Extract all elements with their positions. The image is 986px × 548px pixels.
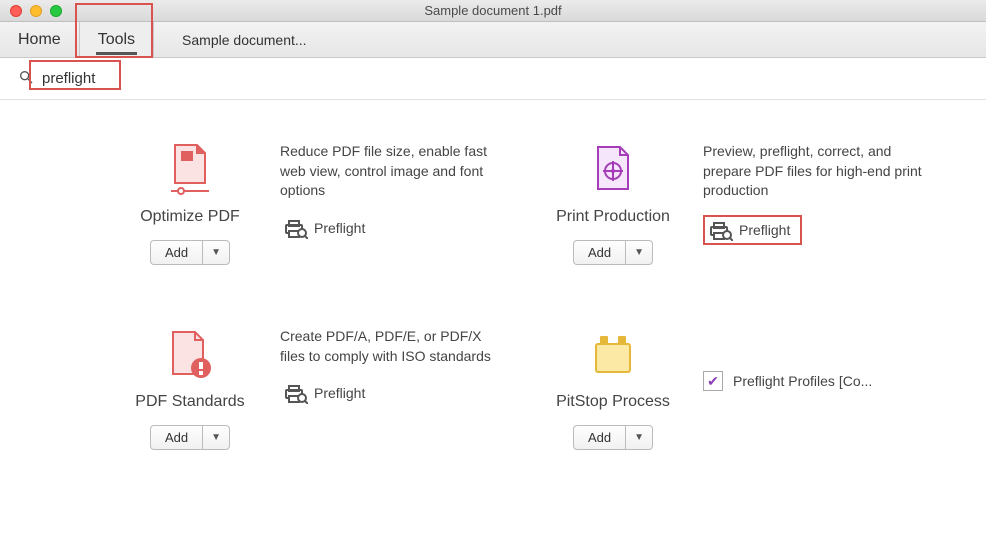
add-button[interactable]: Add [150,425,202,450]
preflight-profiles-label: Preflight Profiles [Co... [733,373,872,389]
zoom-window-button[interactable] [50,5,62,17]
tool-tile[interactable]: Print Production Add ▼ [543,140,683,265]
print-production-icon [588,140,638,200]
tab-home-label: Home [18,31,61,49]
add-button[interactable]: Add [150,240,202,265]
tab-home[interactable]: Home [0,22,80,57]
tab-document-label: Sample document... [182,32,307,48]
add-dropdown[interactable]: ▼ [625,240,653,265]
pdf-standards-icon [165,325,215,385]
add-button-group: Add ▼ [150,240,230,265]
window-controls [0,5,62,17]
tool-description: Create PDF/A, PDF/E, or PDF/X files to c… [280,327,503,366]
add-button[interactable]: Add [573,240,625,265]
tab-document[interactable]: Sample document... [154,22,335,57]
tool-print-production: Print Production Add ▼ Preview, prefligh… [543,140,926,265]
tool-title: Optimize PDF [140,208,240,226]
tool-pdf-standards: PDF Standards Add ▼ Create PDF/A, PDF/E,… [120,325,503,450]
preflight-label: Preflight [739,222,790,238]
search-icon [18,69,34,88]
tool-title: PitStop Process [556,393,670,411]
tab-bar: Home Tools Sample document... [0,22,986,58]
tool-description: Reduce PDF file size, enable fast web vi… [280,142,503,201]
tools-grid: Optimize PDF Add ▼ Reduce PDF file size,… [0,100,986,470]
close-window-button[interactable] [10,5,22,17]
printer-search-icon [709,221,731,239]
search-box[interactable] [18,68,160,89]
checkbox-checked-icon: ✔ [703,371,723,391]
add-dropdown[interactable]: ▼ [625,425,653,450]
preflight-action[interactable]: Preflight [280,215,375,241]
add-dropdown[interactable]: ▼ [202,425,230,450]
preflight-profiles-action[interactable]: ✔ Preflight Profiles [Co... [703,327,926,391]
tool-pitstop-process: PitStop Process Add ▼ ✔ Preflight Profil… [543,325,926,450]
tool-tile[interactable]: PitStop Process Add ▼ [543,325,683,450]
printer-search-icon [284,219,306,237]
add-button-group: Add ▼ [150,425,230,450]
preflight-action-highlighted[interactable]: Preflight [703,215,802,245]
tool-description: Preview, preflight, correct, and prepare… [703,142,926,201]
preflight-action[interactable]: Preflight [280,380,375,406]
search-input[interactable] [40,68,160,89]
search-row [0,58,986,100]
add-button[interactable]: Add [573,425,625,450]
chevron-down-icon: ▼ [634,247,644,258]
chevron-down-icon: ▼ [211,432,221,443]
tool-title: PDF Standards [135,393,244,411]
pitstop-icon [588,325,638,385]
add-button-group: Add ▼ [573,425,653,450]
chevron-down-icon: ▼ [634,432,644,443]
add-button-group: Add ▼ [573,240,653,265]
preflight-label: Preflight [314,385,365,401]
window-title: Sample document 1.pdf [0,3,986,18]
tool-tile[interactable]: Optimize PDF Add ▼ [120,140,260,265]
chevron-down-icon: ▼ [211,247,221,258]
optimize-pdf-icon [165,140,215,200]
tool-title: Print Production [556,208,670,226]
minimize-window-button[interactable] [30,5,42,17]
add-dropdown[interactable]: ▼ [202,240,230,265]
printer-search-icon [284,384,306,402]
tab-tools[interactable]: Tools [80,22,154,57]
tool-tile[interactable]: PDF Standards Add ▼ [120,325,260,450]
tool-optimize-pdf: Optimize PDF Add ▼ Reduce PDF file size,… [120,140,503,265]
tab-tools-label: Tools [98,31,135,49]
preflight-label: Preflight [314,220,365,236]
titlebar: Sample document 1.pdf [0,0,986,22]
